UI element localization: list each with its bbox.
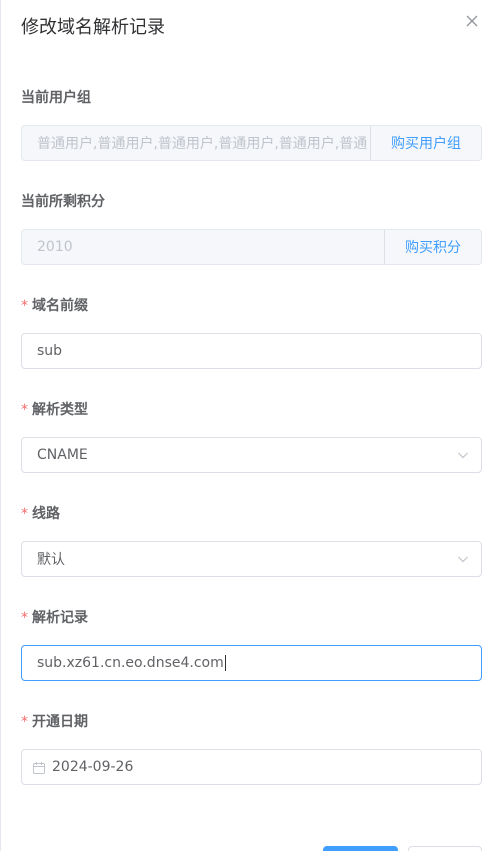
edit-dns-record-dialog: 修改域名解析记录 当前用户组 普通用户,普通用户,普通用户,普通用户,普通用户,… [0,0,503,851]
record-field: * 解析记录 sub.xz61.cn.eo.dnse4.com [21,608,482,681]
open-date-value: 2024-09-26 [52,759,134,775]
user-group-field: 当前用户组 普通用户,普通用户,普通用户,普通用户,普通用户,普通 购买用户组 [21,88,482,161]
open-date-picker[interactable]: 2024-09-26 [21,749,482,785]
user-group-value: 普通用户,普通用户,普通用户,普通用户,普通用户,普通 [37,136,368,152]
record-type-value: CNAME [37,447,88,463]
chevron-down-icon [445,438,481,472]
line-label: * 线路 [21,506,60,522]
record-input[interactable]: sub.xz61.cn.eo.dnse4.com [21,645,482,681]
required-mark: * [21,714,28,730]
record-label: * 解析记录 [21,610,88,626]
user-group-input: 普通用户,普通用户,普通用户,普通用户,普通用户,普通 购买用户组 [21,125,482,161]
record-type-field: * 解析类型 CNAME [21,400,482,473]
required-mark: * [21,298,28,314]
close-icon[interactable] [465,14,479,28]
text-caret [224,655,226,671]
prefix-label: * 域名前缀 [21,298,88,314]
required-mark: * [21,402,28,418]
record-type-select[interactable]: CNAME [21,437,482,473]
open-date-field: * 开通日期 2024-09-26 [21,712,482,785]
record-type-label: * 解析类型 [21,402,88,418]
line-field: * 线路 默认 [21,504,482,577]
points-value: 2010 [37,239,73,255]
line-value: 默认 [37,552,65,568]
user-group-label: 当前用户组 [21,90,91,106]
prefix-input[interactable]: sub [21,333,482,369]
points-field: 当前所剩积分 2010 购买积分 [21,192,482,265]
required-mark: * [21,610,28,626]
prefix-value: sub [37,343,63,359]
buy-points-button[interactable]: 购买积分 [384,230,481,264]
cancel-button[interactable] [408,846,482,851]
dialog-header: 修改域名解析记录 [21,16,165,40]
prefix-field: * 域名前缀 sub [21,296,482,369]
required-mark: * [21,506,28,522]
buy-user-group-button[interactable]: 购买用户组 [370,126,481,160]
line-select[interactable]: 默认 [21,541,482,577]
points-label: 当前所剩积分 [21,194,105,210]
points-input: 2010 购买积分 [21,229,482,265]
chevron-down-icon [445,542,481,576]
record-value: sub.xz61.cn.eo.dnse4.com [37,655,226,671]
confirm-button[interactable] [323,846,398,851]
open-date-label: * 开通日期 [21,714,88,730]
dialog-title: 修改域名解析记录 [21,17,165,38]
calendar-icon [32,760,46,774]
